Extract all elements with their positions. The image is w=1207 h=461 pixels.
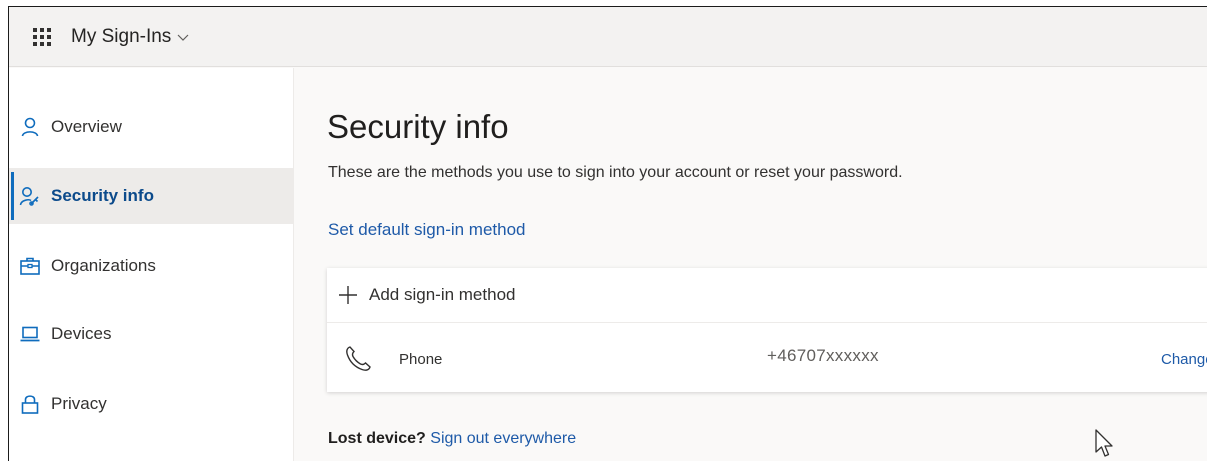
sidebar-item-label: Security info (51, 186, 154, 205)
top-header: My Sign-Ins (9, 7, 1207, 67)
app-title: My Sign-Ins (71, 25, 172, 47)
main-content: Security info These are the methods you … (295, 68, 1207, 461)
laptop-icon (19, 323, 41, 345)
sidebar-item-organizations[interactable]: Organizations (9, 238, 294, 294)
lock-icon (19, 393, 41, 415)
briefcase-icon (19, 255, 41, 277)
sidebar: Overview Security info Organizations Dev… (9, 68, 294, 461)
sidebar-item-devices[interactable]: Devices (9, 306, 294, 362)
chevron-down-icon (177, 34, 189, 41)
sidebar-item-label: Organizations (51, 256, 156, 275)
sidebar-item-security-info[interactable]: Security info (9, 168, 294, 224)
person-icon (19, 116, 41, 138)
page-title: Security info (327, 108, 509, 145)
method-name: Phone (399, 351, 443, 368)
active-indicator (11, 172, 14, 220)
sidebar-item-label: Privacy (51, 394, 107, 413)
sidebar-item-label: Overview (51, 117, 122, 136)
lost-device-label: Lost device? (328, 430, 426, 447)
method-row: Phone +46707xxxxxx Change (327, 324, 1207, 392)
sign-out-everywhere-link[interactable]: Sign out everywhere (430, 430, 576, 447)
plus-icon (337, 284, 359, 306)
page-description: These are the methods you use to sign in… (328, 164, 903, 181)
app-title-dropdown[interactable]: My Sign-Ins (71, 26, 189, 48)
sidebar-item-label: Devices (51, 324, 112, 343)
add-sign-in-method-button[interactable]: Add sign-in method (327, 268, 1207, 323)
sidebar-item-privacy[interactable]: Privacy (9, 376, 294, 432)
mouse-pointer-icon (1095, 429, 1113, 457)
add-method-label: Add sign-in method (369, 285, 516, 304)
waffle-icon[interactable] (31, 26, 53, 48)
methods-card: Add sign-in method Phone +46707xxxxxx Ch… (327, 268, 1207, 392)
method-value: +46707xxxxxx (767, 346, 879, 365)
sidebar-item-overview[interactable]: Overview (9, 99, 294, 155)
lost-device-section: Lost device? Sign out everywhere (328, 430, 576, 448)
set-default-method-link[interactable]: Set default sign-in method (328, 220, 526, 240)
app-window: My Sign-Ins Overview Security info Organ… (8, 6, 1207, 461)
person-key-icon (19, 185, 41, 207)
phone-icon (346, 346, 371, 371)
change-method-link[interactable]: Change (1161, 351, 1207, 368)
